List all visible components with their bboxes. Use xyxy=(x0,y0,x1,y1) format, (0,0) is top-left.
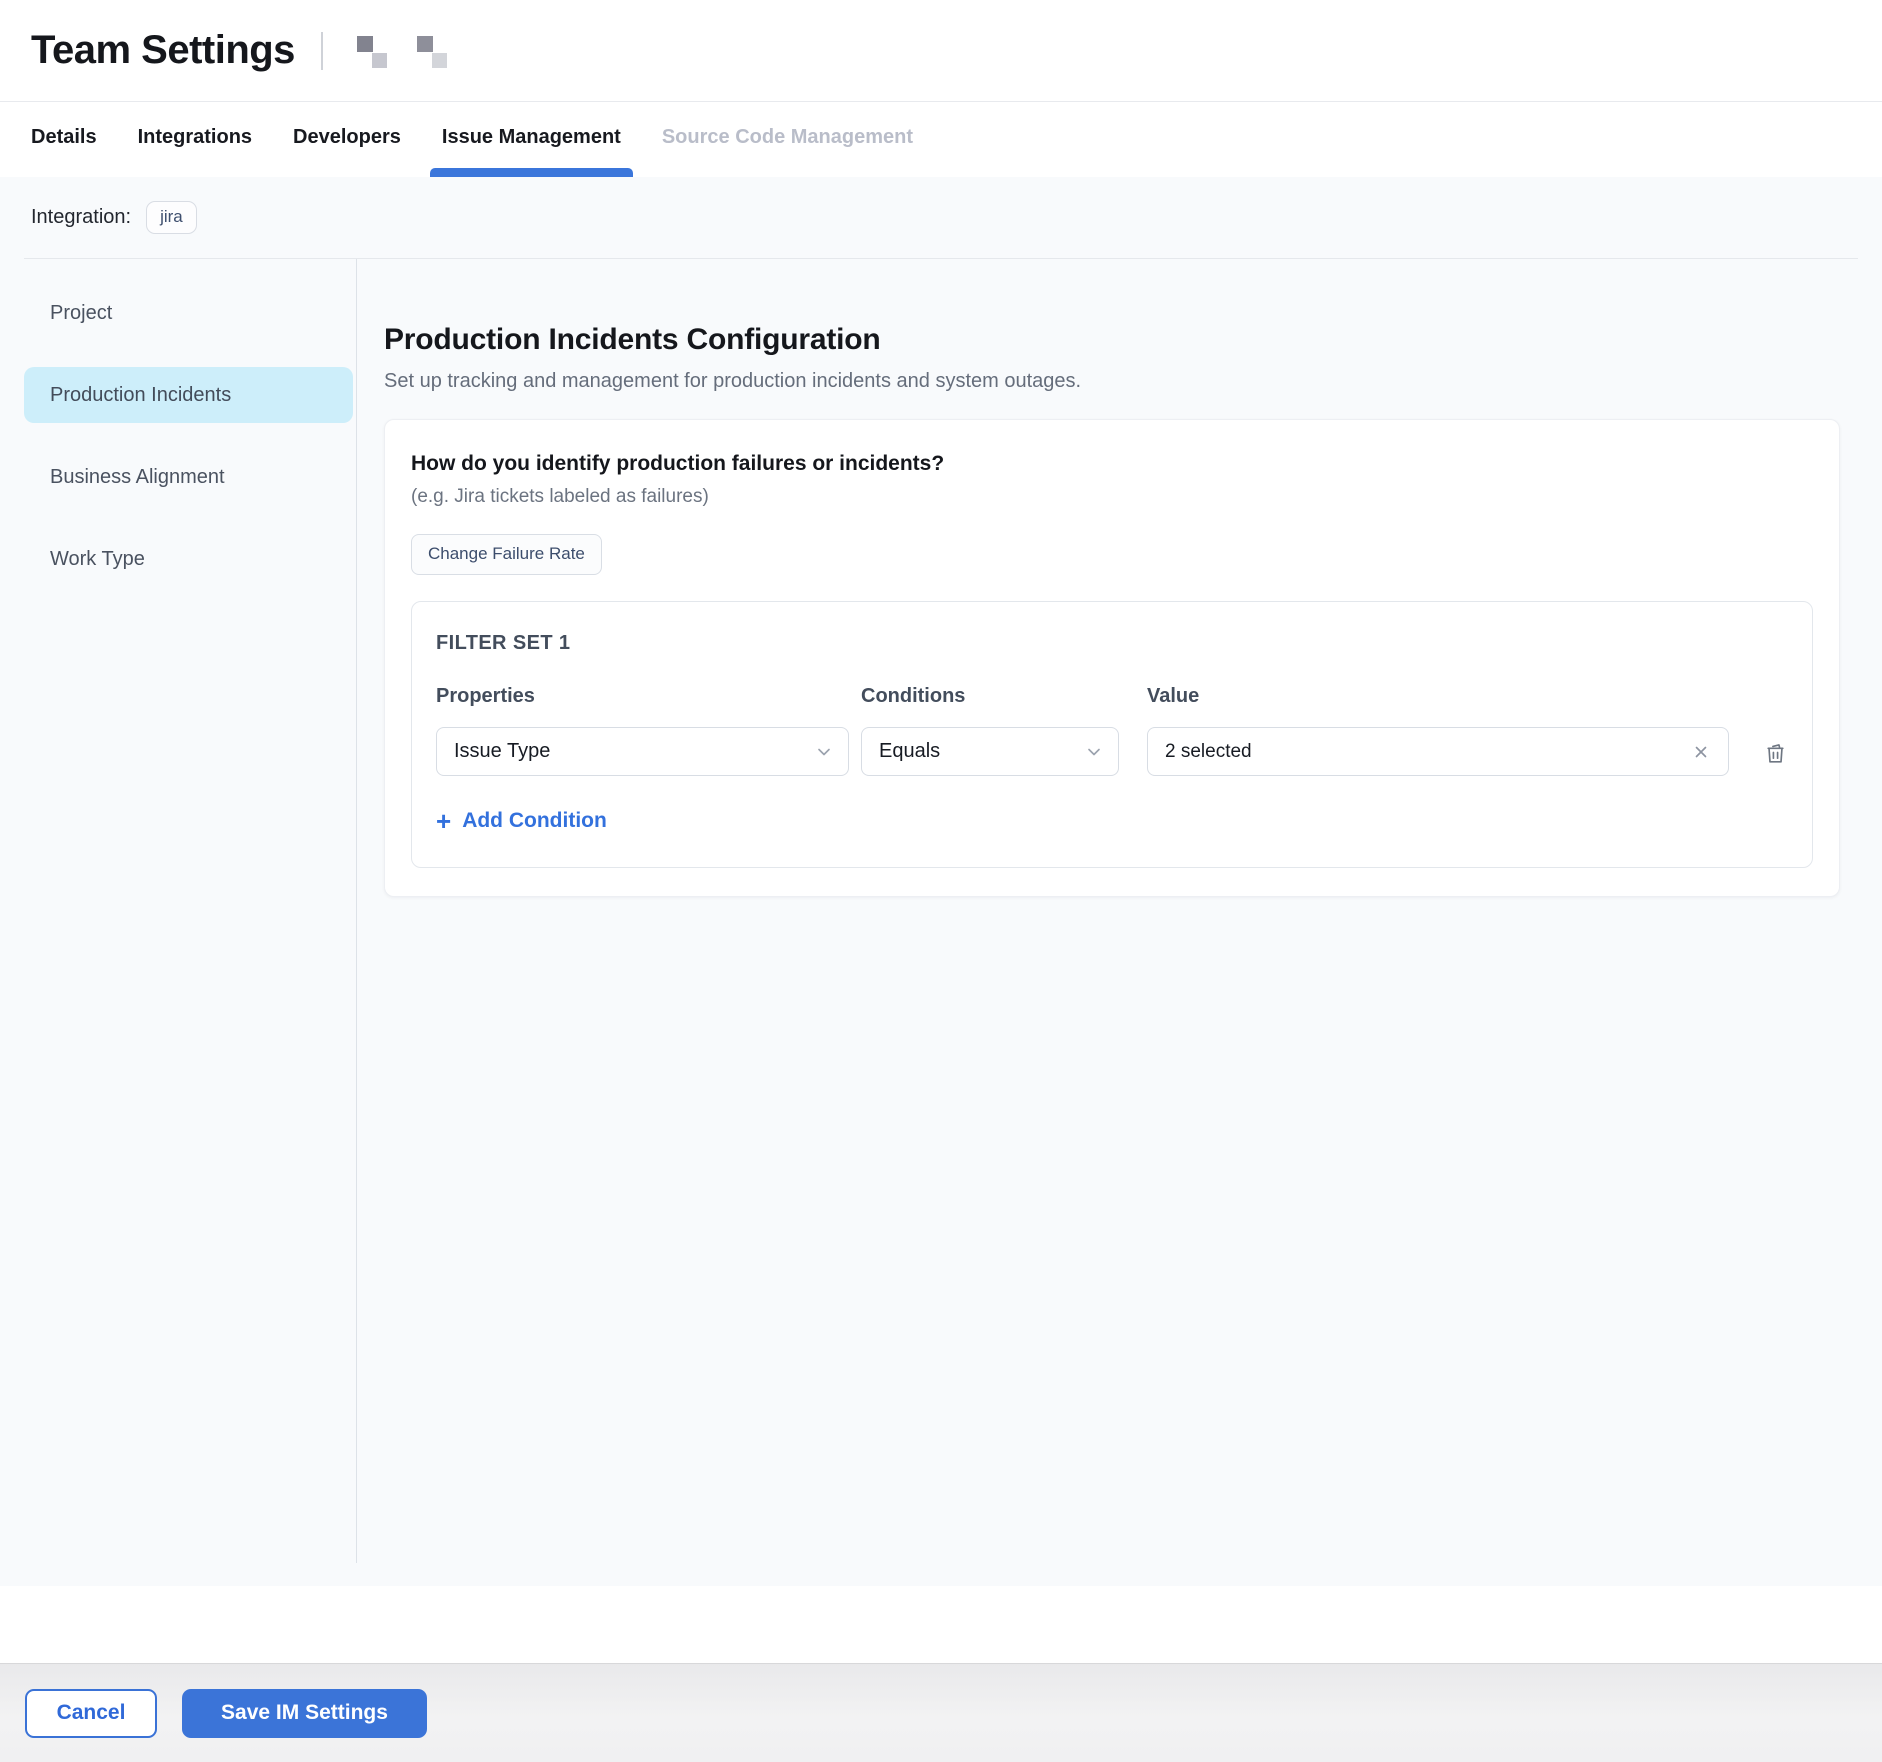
header-divider xyxy=(321,32,323,70)
question-hint: (e.g. Jira tickets labeled as failures) xyxy=(411,486,1813,508)
sidebar-item-business-alignment[interactable]: Business Alignment xyxy=(24,449,353,505)
value-column-header: Value xyxy=(1147,685,1729,708)
value-selected-count: 2 selected xyxy=(1165,741,1252,763)
tab-bar: Details Integrations Developers Issue Ma… xyxy=(0,102,1882,177)
tab-integrations[interactable]: Integrations xyxy=(138,126,252,177)
integration-row: Integration: jira xyxy=(0,177,1882,258)
conditions-column-header: Conditions xyxy=(861,685,1119,708)
trash-icon xyxy=(1763,741,1788,766)
save-im-settings-button[interactable]: Save IM Settings xyxy=(182,1689,427,1738)
add-condition-label: Add Condition xyxy=(462,809,607,833)
property-select-value: Issue Type xyxy=(454,740,550,763)
properties-column-header: Properties xyxy=(436,685,849,708)
question-title: How do you identify production failures … xyxy=(411,452,1813,476)
property-select[interactable]: Issue Type xyxy=(436,727,849,776)
sidebar-item-work-type[interactable]: Work Type xyxy=(24,531,353,587)
section-title: Production Incidents Configuration xyxy=(384,323,1840,357)
tab-developers[interactable]: Developers xyxy=(293,126,401,177)
sidebar-item-production-incidents[interactable]: Production Incidents xyxy=(24,367,353,423)
page-header: Team Settings xyxy=(0,0,1882,102)
pixel-square-light xyxy=(372,53,387,68)
pixel-square-dark xyxy=(417,36,433,52)
page-title: Team Settings xyxy=(31,28,295,73)
chevron-down-icon xyxy=(1084,742,1104,762)
pixel-square-light xyxy=(432,53,447,68)
chevron-down-icon xyxy=(814,742,834,762)
cancel-button[interactable]: Cancel xyxy=(25,1689,157,1738)
pixel-squares-icon xyxy=(357,33,389,69)
filter-condition-row: Properties Issue Type Conditions xyxy=(436,685,1788,776)
tab-issue-management[interactable]: Issue Management xyxy=(442,126,621,177)
delete-filter-button[interactable] xyxy=(1763,741,1788,766)
pixel-squares-icon xyxy=(417,33,449,69)
integration-badge[interactable]: jira xyxy=(146,201,197,234)
footer-action-bar: Cancel Save IM Settings xyxy=(0,1663,1882,1762)
main-panel: Production Incidents Configuration Set u… xyxy=(357,259,1872,1586)
integration-label: Integration: xyxy=(31,206,131,229)
pixel-square-dark xyxy=(357,36,373,52)
tab-details[interactable]: Details xyxy=(31,126,97,177)
filter-set-box: FILTER SET 1 Properties Issue Type xyxy=(411,601,1813,868)
incidents-config-card: How do you identify production failures … xyxy=(384,419,1840,897)
content-region: Project Production Incidents Business Al… xyxy=(0,258,1882,1586)
footer-spacer xyxy=(0,1586,1882,1663)
content-columns: Project Production Incidents Business Al… xyxy=(24,258,1858,1586)
section-subtitle: Set up tracking and management for produ… xyxy=(384,370,1840,393)
condition-select-value: Equals xyxy=(879,740,940,763)
clear-selection-icon[interactable] xyxy=(1692,743,1710,761)
tab-source-code-management[interactable]: Source Code Management xyxy=(662,126,913,177)
plus-icon: + xyxy=(436,808,451,834)
add-condition-button[interactable]: + Add Condition xyxy=(436,808,607,834)
change-failure-rate-button[interactable]: Change Failure Rate xyxy=(411,534,602,575)
filter-set-title: FILTER SET 1 xyxy=(436,632,1788,655)
sidebar-item-project[interactable]: Project xyxy=(24,285,353,341)
value-multiselect[interactable]: 2 selected xyxy=(1147,727,1729,776)
condition-select[interactable]: Equals xyxy=(861,727,1119,776)
settings-sidebar: Project Production Incidents Business Al… xyxy=(24,259,357,1563)
